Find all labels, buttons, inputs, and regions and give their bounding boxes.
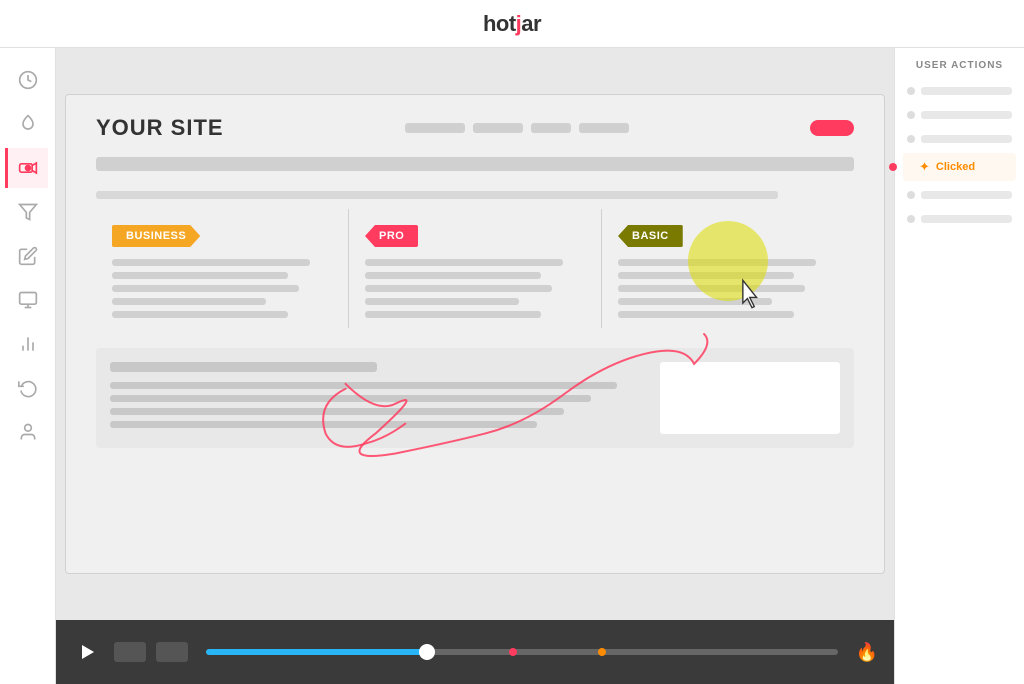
action-dot-3: [907, 135, 915, 143]
action-item-5: [903, 185, 1016, 205]
action-item-clicked: ✦ Clicked: [903, 153, 1016, 181]
timeline-track: [206, 649, 838, 655]
pricing-area: BUSINESS PRO: [96, 209, 854, 328]
bottom-line-3: [110, 408, 564, 415]
action-item-3: [903, 129, 1016, 149]
sidebar-item-edit[interactable]: [8, 236, 48, 276]
action-dot-5: [907, 191, 915, 199]
mockup-subline-1: [96, 191, 778, 199]
biz-line-2: [112, 272, 288, 279]
content-area: YOUR SITE: [56, 48, 894, 684]
fire-button[interactable]: 🔥: [856, 642, 878, 663]
action-bar-2: [921, 111, 1012, 119]
timeline[interactable]: [206, 649, 838, 655]
right-panel: USER ACTIONS ✦ Clicked: [894, 48, 1024, 684]
pro-line-4: [365, 298, 519, 305]
action-dot-1: [907, 87, 915, 95]
action-bar-3: [921, 135, 1012, 143]
biz-line-1: [112, 259, 310, 266]
action-dot-6: [907, 215, 915, 223]
bottom-left: [110, 362, 644, 434]
header-line-3: [531, 123, 571, 133]
biz-line-3: [112, 285, 299, 292]
pro-line-2: [365, 272, 541, 279]
bottom-line-4: [110, 421, 537, 428]
timeline-dot-1: [509, 648, 517, 656]
mockup-cta-button[interactable]: [810, 120, 854, 136]
mockup-bottom: [96, 348, 854, 448]
pro-card-lines: [365, 259, 585, 318]
mockup-title: YOUR SITE: [96, 115, 224, 141]
bottom-title-line: [110, 362, 377, 372]
biz-line-4: [112, 298, 266, 305]
sidebar-item-user[interactable]: [8, 412, 48, 452]
action-item-2: [903, 105, 1016, 125]
pricing-card-business: BUSINESS: [96, 209, 349, 328]
timeline-dot-2: [598, 648, 606, 656]
sidebar-item-recordings[interactable]: [5, 148, 48, 188]
sidebar-item-filter[interactable]: [8, 192, 48, 232]
play-button[interactable]: [72, 636, 104, 668]
sidebar: [0, 48, 56, 684]
video-viewport: YOUR SITE: [56, 48, 894, 620]
pro-line-1: [365, 259, 563, 266]
skip-button-1[interactable]: [114, 642, 146, 662]
mockup-screen: YOUR SITE: [65, 94, 885, 574]
header-line-2: [473, 123, 523, 133]
clicked-icon: ✦: [919, 159, 930, 175]
header-line-4: [579, 123, 629, 133]
action-dot-active: [889, 163, 897, 171]
tag-business[interactable]: BUSINESS: [112, 225, 200, 247]
action-bar-6: [921, 215, 1012, 223]
mockup-inner: YOUR SITE: [66, 95, 884, 573]
action-dot-2: [907, 111, 915, 119]
sidebar-item-history[interactable]: [8, 368, 48, 408]
timeline-progress: [206, 649, 427, 655]
action-item-1: [903, 81, 1016, 101]
main-layout: YOUR SITE: [0, 48, 1024, 684]
action-bar-5: [921, 191, 1012, 199]
mockup-nav-bar: [96, 157, 854, 171]
action-item-6: [903, 209, 1016, 229]
logo: hotjar: [483, 11, 541, 37]
sidebar-item-chart[interactable]: [8, 324, 48, 364]
skip-button-2[interactable]: [156, 642, 188, 662]
bottom-line-2: [110, 395, 591, 402]
bottom-line-1: [110, 382, 617, 389]
action-bar-1: [921, 87, 1012, 95]
business-card-lines: [112, 259, 332, 318]
clicked-label: Clicked: [936, 161, 975, 173]
pricing-card-pro: PRO: [349, 209, 602, 328]
sidebar-item-monitor[interactable]: [8, 280, 48, 320]
pricing-card-basic: BASIC: [602, 209, 854, 328]
sidebar-item-clock[interactable]: [8, 60, 48, 100]
basic-line-5: [618, 311, 794, 318]
mockup-header-row: YOUR SITE: [96, 115, 854, 141]
logo-dot: j: [516, 11, 522, 36]
app-header: hotjar: [0, 0, 1024, 48]
tag-basic[interactable]: BASIC: [618, 225, 683, 247]
biz-line-5: [112, 311, 288, 318]
timeline-thumb[interactable]: [419, 644, 435, 660]
header-line-1: [405, 123, 465, 133]
sidebar-item-heatmaps[interactable]: [8, 104, 48, 144]
tag-pro[interactable]: PRO: [365, 225, 418, 247]
video-controls: 🔥: [56, 620, 894, 684]
mockup-header-lines: [405, 123, 629, 133]
pro-line-3: [365, 285, 552, 292]
bottom-right-block: [660, 362, 840, 434]
pro-line-5: [365, 311, 541, 318]
panel-title: USER ACTIONS: [903, 60, 1016, 71]
